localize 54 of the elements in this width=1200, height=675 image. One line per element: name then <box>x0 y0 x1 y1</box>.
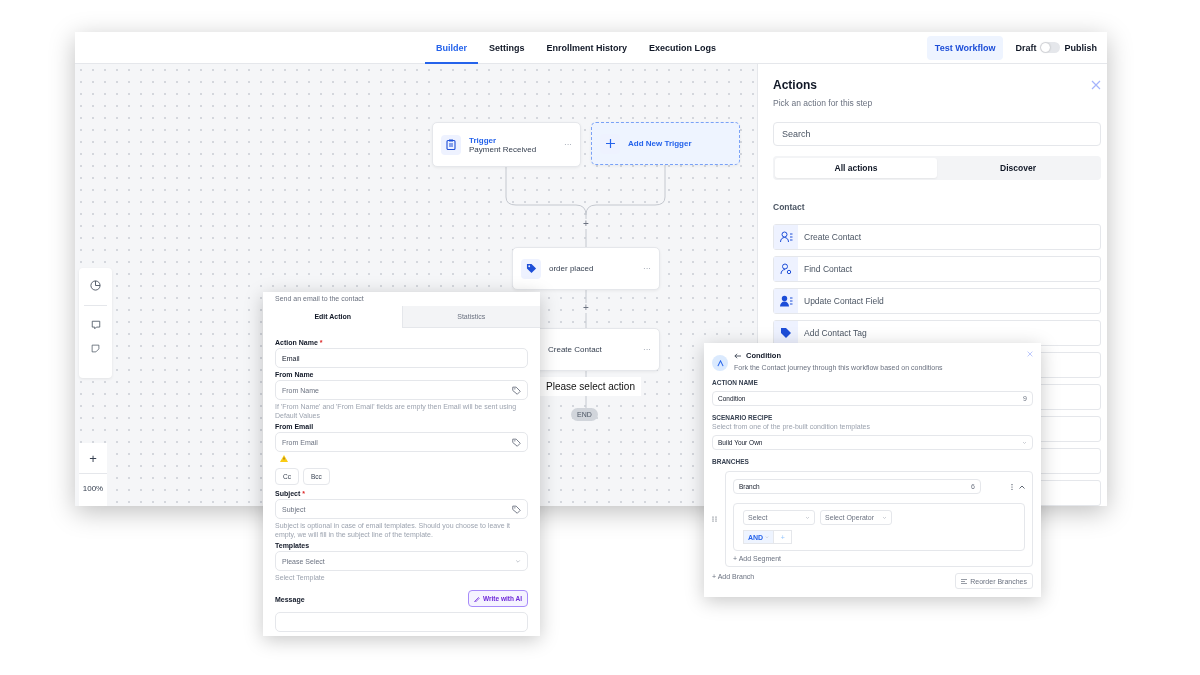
pencil-icon <box>474 595 480 602</box>
publish-toggle[interactable] <box>1040 42 1061 53</box>
publish-label: Publish <box>1064 42 1097 53</box>
workflow-node[interactable]: Trigger Payment Received ··· <box>432 122 581 167</box>
action-item[interactable]: Update Contact Field <box>773 288 1101 314</box>
tag-icon[interactable] <box>512 504 521 514</box>
select-action-hint: Please select action <box>540 377 641 396</box>
test-workflow-button[interactable]: Test Workflow <box>926 35 1004 60</box>
action-item[interactable]: Find Contact <box>773 256 1101 282</box>
tag-icon <box>525 263 537 274</box>
person-search-icon <box>780 263 792 275</box>
close-icon[interactable] <box>1091 80 1101 90</box>
person-list-icon <box>779 231 793 243</box>
chevron-down-icon <box>882 515 887 520</box>
message-field[interactable] <box>275 612 528 633</box>
lines-icon <box>961 578 968 584</box>
branch-icon <box>712 355 728 371</box>
action-item[interactable]: Add Contact Tag <box>773 320 1101 346</box>
clipboard-icon <box>446 139 456 150</box>
node-title: Create Contact <box>548 345 603 354</box>
note-icon[interactable] <box>91 344 100 353</box>
zoom-in-button[interactable]: + <box>79 443 107 474</box>
panel-subtitle: Pick an action for this step <box>773 98 873 108</box>
workflow-node[interactable]: order placed ··· <box>512 247 660 290</box>
chevron-down-icon <box>805 515 810 520</box>
tag-icon <box>780 327 792 339</box>
add-step-button[interactable]: + <box>581 219 591 229</box>
plus-icon <box>605 139 615 148</box>
tag-icon[interactable] <box>512 385 521 395</box>
node-title: Trigger <box>469 135 497 145</box>
pie-chart-icon[interactable] <box>90 280 101 291</box>
chevron-down-icon <box>515 558 521 565</box>
chevron-down-icon <box>1022 440 1027 445</box>
add-step-button[interactable]: + <box>581 303 591 313</box>
zoom-level: 100% <box>81 483 105 495</box>
back-arrow-icon[interactable] <box>734 352 741 359</box>
tag-icon[interactable] <box>512 437 521 447</box>
nav-tab[interactable]: Settings <box>478 32 536 64</box>
action-tab[interactable]: All actions <box>775 158 937 178</box>
person-list-icon <box>779 295 793 307</box>
search-field[interactable]: Search <box>773 122 1101 147</box>
node-title: order placed <box>549 264 595 273</box>
add-trigger-node[interactable]: Add New Trigger <box>591 122 740 165</box>
draft-label: Draft <box>1015 42 1037 53</box>
panel-title: Actions <box>773 78 817 92</box>
action-tab[interactable]: Discover <box>937 158 1099 178</box>
nav-tab[interactable]: Execution Logs <box>638 32 728 64</box>
node-title: Add New Trigger <box>628 139 693 148</box>
chevron-up-icon[interactable] <box>1019 484 1025 489</box>
nav-tab[interactable]: Enrollment History <box>535 32 639 64</box>
comment-icon[interactable] <box>90 320 101 330</box>
node-subtitle: Payment Received <box>469 144 538 154</box>
section-heading: Contact <box>773 202 806 212</box>
action-item[interactable]: Create Contact <box>773 224 1101 250</box>
